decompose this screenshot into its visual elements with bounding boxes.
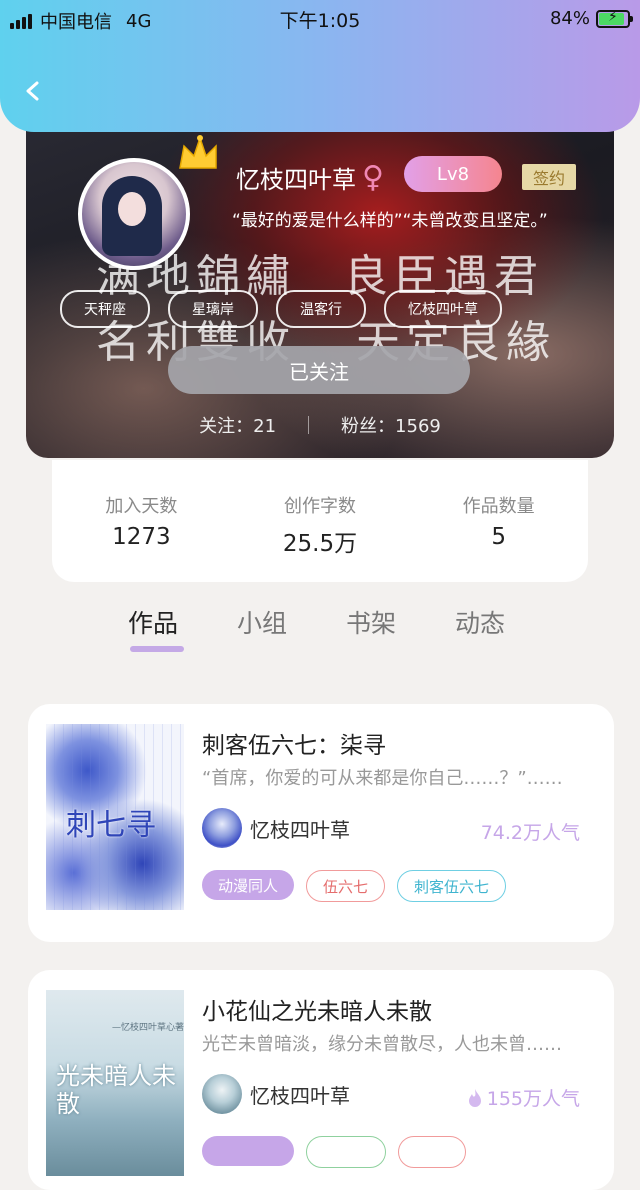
profile-tags: 天秤座 星璃岸 温客行 忆枝四叶草 — [60, 290, 502, 328]
book-author[interactable]: 忆枝四叶草 — [202, 808, 350, 848]
stat-works-count: 作品数量 5 — [409, 460, 588, 582]
female-icon: ♀ — [362, 159, 384, 195]
crown-icon — [179, 135, 217, 169]
tab-activity[interactable]: 动态 — [455, 604, 505, 640]
book-cover[interactable]: —忆枝四叶草心著 光未暗人未散 — [46, 990, 184, 1176]
stat-label: 作品数量 — [462, 496, 535, 517]
stat-word-count: 创作字数 25.5万 — [231, 460, 410, 582]
status-time: 下午1:05 — [279, 10, 361, 32]
status-bar: 中国电信 4G 下午1:05 84% ⚡ — [0, 0, 640, 38]
follow-button[interactable]: 已关注 — [168, 346, 470, 394]
stat-value: 1273 — [112, 524, 171, 550]
tab-bookshelf[interactable]: 书架 — [346, 604, 396, 640]
book-tag[interactable]: 动漫同人 — [202, 870, 295, 900]
follow-counts: 关注：21 粉丝：1569 — [26, 412, 614, 438]
book-author[interactable]: 忆枝四叶草 — [202, 1074, 350, 1114]
battery-percent: 84% — [549, 8, 590, 29]
following-label: 关注： — [199, 416, 254, 437]
popularity: 74.2万人气 — [481, 818, 580, 845]
author-name: 忆枝四叶草 — [250, 817, 350, 842]
chevron-left-icon[interactable] — [22, 80, 44, 102]
content-tabs: 作品 小组 书架 动态 — [0, 598, 640, 676]
profile-tag[interactable]: 星璃岸 — [168, 290, 258, 328]
book-description: “首席，你爱的可从来都是你自己……？”…… — [202, 768, 563, 789]
fans-value: 1569 — [395, 416, 441, 437]
book-card[interactable]: 刺七寻 刺客伍六七：柒寻 “首席，你爱的可从来都是你自己……？”…… 忆枝四叶草… — [28, 704, 614, 942]
book-tag[interactable] — [398, 1136, 466, 1168]
book-tag[interactable]: 伍六七 — [306, 870, 386, 902]
book-cover[interactable]: 刺七寻 — [46, 724, 184, 910]
profile-tag[interactable]: 天秤座 — [60, 290, 150, 328]
profile-banner: 满地錦繡 良臣遇君 名利雙收 天定良緣 忆枝四叶草 ♀ Lv8 签约 “最好的爱… — [26, 110, 614, 458]
tab-works[interactable]: 作品 — [128, 604, 178, 640]
avatar[interactable] — [78, 158, 190, 270]
active-tab-indicator — [130, 646, 184, 652]
book-description: 光芒未曾暗淡，缘分未曾散尽，人也未曾…… — [202, 1034, 562, 1055]
battery-icon: ⚡ — [596, 9, 633, 28]
profile-tag[interactable]: 忆枝四叶草 — [384, 290, 502, 328]
following-count[interactable]: 关注：21 — [199, 412, 276, 438]
author-avatar — [202, 808, 242, 848]
signed-badge: 签约 — [522, 164, 576, 190]
popularity: 155万人气 — [467, 1084, 580, 1111]
level-badge: Lv8 — [404, 156, 502, 192]
author-avatar — [202, 1074, 242, 1114]
author-name: 忆枝四叶草 — [250, 1083, 350, 1108]
stat-join-days: 加入天数 1273 — [52, 460, 231, 582]
book-tag[interactable]: 刺客伍六七 — [397, 870, 507, 902]
stat-label: 加入天数 — [105, 496, 178, 517]
cover-title: 刺七寻 — [66, 808, 156, 843]
book-tags — [202, 1136, 466, 1168]
fans-label: 粉丝： — [341, 416, 396, 437]
stats-card: 加入天数 1273 创作字数 25.5万 作品数量 5 — [52, 460, 588, 582]
top-header: 中国电信 4G 下午1:05 84% ⚡ — [0, 0, 640, 132]
book-title[interactable]: 小花仙之光未暗人未散 — [202, 992, 432, 1026]
username: 忆枝四叶草 — [236, 166, 356, 194]
fans-count[interactable]: 粉丝：1569 — [341, 412, 441, 438]
username-row: 忆枝四叶草 ♀ — [236, 160, 384, 195]
stat-value: 25.5万 — [282, 531, 358, 557]
book-tags: 动漫同人 伍六七 刺客伍六七 — [202, 870, 507, 902]
popularity-value: 74.2万人气 — [480, 822, 580, 844]
book-title[interactable]: 刺客伍六七：柒寻 — [202, 726, 386, 760]
cover-subtitle: —忆枝四叶草心著 — [112, 1023, 184, 1033]
battery-info: 84% ⚡ — [549, 8, 633, 29]
book-card[interactable]: —忆枝四叶草心著 光未暗人未散 小花仙之光未暗人未散 光芒未曾暗淡，缘分未曾散尽… — [28, 970, 614, 1190]
stat-value: 5 — [491, 524, 506, 550]
tab-groups[interactable]: 小组 — [237, 604, 287, 640]
book-tag[interactable] — [306, 1136, 386, 1168]
following-value: 21 — [253, 416, 277, 437]
profile-motto: “最好的爱是什么样的”“未曾改变且坚定。” — [232, 211, 548, 231]
flame-icon — [468, 1088, 481, 1107]
cover-title: 光未暗人未散 — [56, 1062, 176, 1118]
divider — [308, 416, 310, 434]
stat-label: 创作字数 — [284, 496, 356, 517]
profile-tag[interactable]: 温客行 — [276, 290, 366, 328]
popularity-value: 155万人气 — [486, 1088, 580, 1110]
book-tag[interactable] — [202, 1136, 294, 1166]
